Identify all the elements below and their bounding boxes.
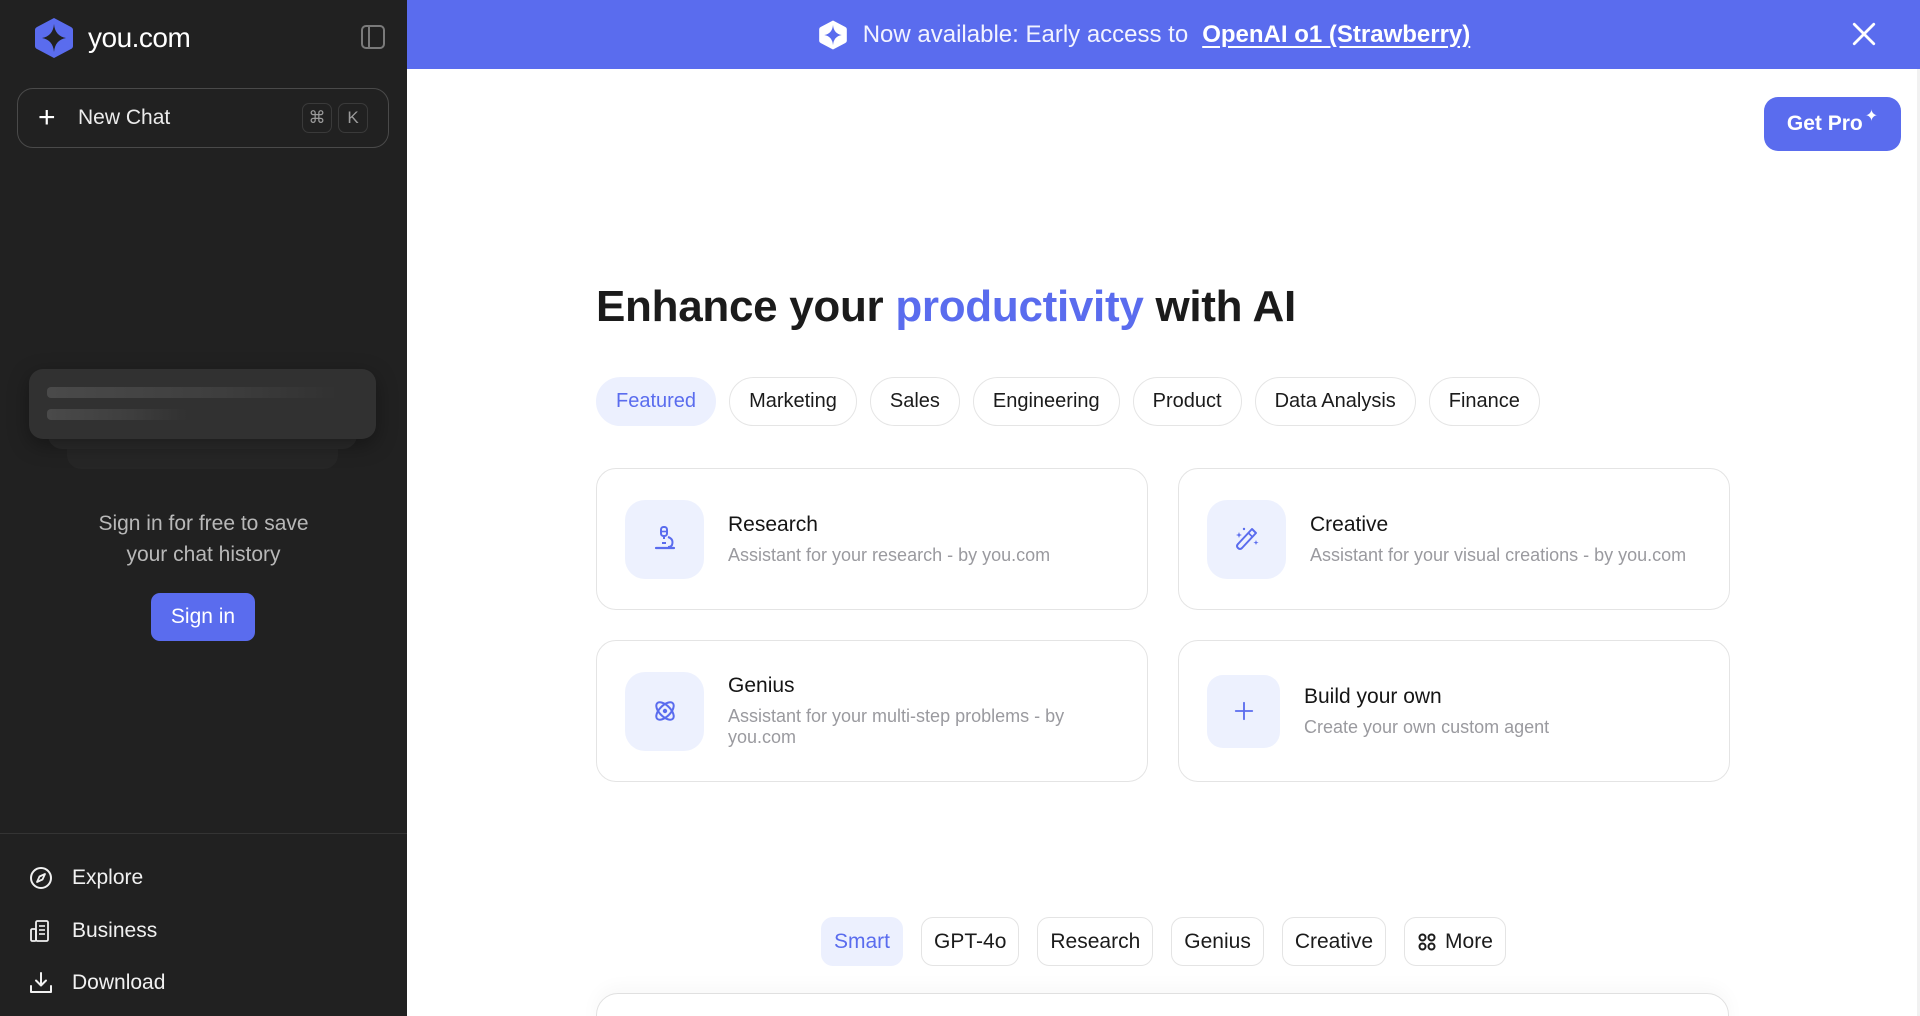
skeleton-line bbox=[47, 387, 337, 398]
magic-wand-icon bbox=[1235, 527, 1259, 550]
model-more-button[interactable]: More bbox=[1404, 917, 1506, 966]
sign-in-button[interactable]: Sign in bbox=[151, 593, 255, 641]
tab-sales[interactable]: Sales bbox=[869, 377, 960, 426]
plus-icon: + bbox=[38, 101, 56, 134]
sidebar-toggle-button[interactable] bbox=[358, 22, 388, 52]
agent-card-creative[interactable]: Creative Assistant for your visual creat… bbox=[1178, 468, 1730, 610]
chat-input[interactable] bbox=[596, 993, 1729, 1016]
model-gpt-4o[interactable]: GPT-4o bbox=[921, 917, 1020, 966]
model-creative[interactable]: Creative bbox=[1281, 917, 1387, 966]
signin-prompt-line: your chat history bbox=[126, 543, 281, 566]
card-description: Assistant for your visual creations - by… bbox=[1310, 544, 1687, 565]
sidebar: you.com + New Chat ⌘ K Sign in for free … bbox=[0, 0, 407, 1016]
agent-card-build-your-own[interactable]: Build your own Create your own custom ag… bbox=[1178, 640, 1730, 782]
card-title: Build your own bbox=[1304, 684, 1442, 708]
sidebar-item-label: Explore bbox=[72, 866, 144, 889]
model-smart[interactable]: Smart bbox=[821, 917, 904, 966]
app: you.com + New Chat ⌘ K Sign in for free … bbox=[0, 0, 1920, 1016]
close-icon bbox=[1852, 22, 1876, 46]
tab-marketing[interactable]: Marketing bbox=[729, 377, 857, 426]
headline-pre: Enhance your bbox=[596, 282, 884, 331]
sidebar-panel-icon bbox=[361, 25, 385, 49]
building-icon bbox=[30, 920, 49, 942]
card-icon-box bbox=[625, 671, 704, 751]
brand-logo[interactable]: you.com bbox=[32, 16, 191, 60]
card-title: Genius bbox=[728, 674, 795, 697]
headline-post: with AI bbox=[1155, 282, 1296, 331]
microscope-icon bbox=[654, 526, 675, 550]
sidebar-item-label: Business bbox=[72, 919, 158, 942]
atom-icon bbox=[654, 701, 675, 721]
card-icon-box bbox=[625, 499, 704, 579]
tab-data-analysis[interactable]: Data Analysis bbox=[1254, 377, 1416, 426]
card-title: Creative bbox=[1310, 512, 1389, 536]
shortcut-key-k: K bbox=[338, 103, 368, 133]
download-icon bbox=[30, 972, 52, 993]
grid-dots-icon bbox=[1418, 933, 1436, 950]
new-chat-label: New Chat bbox=[78, 106, 171, 129]
you-com-logo-icon bbox=[35, 18, 73, 58]
shortcut-key-cmd: ⌘ bbox=[302, 103, 332, 133]
sidebar-item-business[interactable]: Business bbox=[28, 918, 157, 944]
banner-text: Now available: Early access to bbox=[862, 20, 1189, 48]
skeleton-line bbox=[47, 409, 187, 420]
plus-icon bbox=[1234, 701, 1253, 721]
agent-card-research[interactable]: Research Assistant for your research - b… bbox=[596, 468, 1148, 610]
card-description: Assistant for your multi-step problems -… bbox=[728, 706, 1065, 747]
sidebar-item-explore[interactable]: Explore bbox=[28, 865, 143, 891]
card-icon-box bbox=[1207, 499, 1286, 579]
agent-card-genius[interactable]: Genius Assistant for your multi-step pro… bbox=[596, 640, 1148, 782]
chat-history-placeholder bbox=[29, 369, 376, 469]
category-tabs: Featured Marketing Sales Engineering Pro… bbox=[596, 377, 1540, 426]
sparkle-icon: ✦ bbox=[1864, 108, 1879, 125]
model-research[interactable]: Research bbox=[1037, 917, 1154, 966]
banner-close-button[interactable] bbox=[1844, 14, 1884, 54]
tab-finance[interactable]: Finance bbox=[1428, 377, 1540, 426]
model-genius[interactable]: Genius bbox=[1171, 917, 1264, 966]
banner-link[interactable]: OpenAI o1 (Strawberry) bbox=[1202, 21, 1470, 49]
tab-product[interactable]: Product bbox=[1132, 377, 1242, 426]
tab-featured[interactable]: Featured bbox=[596, 377, 717, 426]
signin-prompt-line: Sign in for free to save bbox=[98, 512, 309, 535]
headline-accent: productivity bbox=[895, 282, 1144, 331]
sidebar-item-label: Download bbox=[72, 971, 166, 994]
get-pro-button[interactable]: Get Pro ✦ bbox=[1764, 97, 1901, 151]
model-selector: Smart GPT-4o Research Genius Creative Mo… bbox=[821, 917, 1506, 966]
new-chat-button[interactable]: + New Chat ⌘ K bbox=[17, 88, 389, 148]
card-description: Assistant for your research - by you.com bbox=[728, 544, 1051, 565]
get-pro-label: Get Pro bbox=[1786, 112, 1863, 135]
card-title: Research bbox=[728, 512, 818, 536]
brand-name: you.com bbox=[88, 22, 191, 53]
page-title: Enhance your productivity with AI bbox=[596, 282, 1296, 332]
tab-engineering[interactable]: Engineering bbox=[972, 377, 1120, 426]
more-label: More bbox=[1445, 929, 1493, 953]
sidebar-item-download[interactable]: Download bbox=[28, 970, 165, 996]
signin-prompt: Sign in for free to save your chat histo… bbox=[0, 508, 407, 570]
compass-icon bbox=[30, 867, 52, 889]
announcement-banner: Now available: Early access to OpenAI o1… bbox=[407, 0, 1920, 69]
card-icon-box bbox=[1207, 674, 1280, 748]
you-com-logo-icon bbox=[818, 19, 847, 50]
sidebar-divider bbox=[0, 833, 407, 834]
card-description: Create your own custom agent bbox=[1304, 716, 1550, 737]
skeleton-card bbox=[29, 369, 376, 439]
